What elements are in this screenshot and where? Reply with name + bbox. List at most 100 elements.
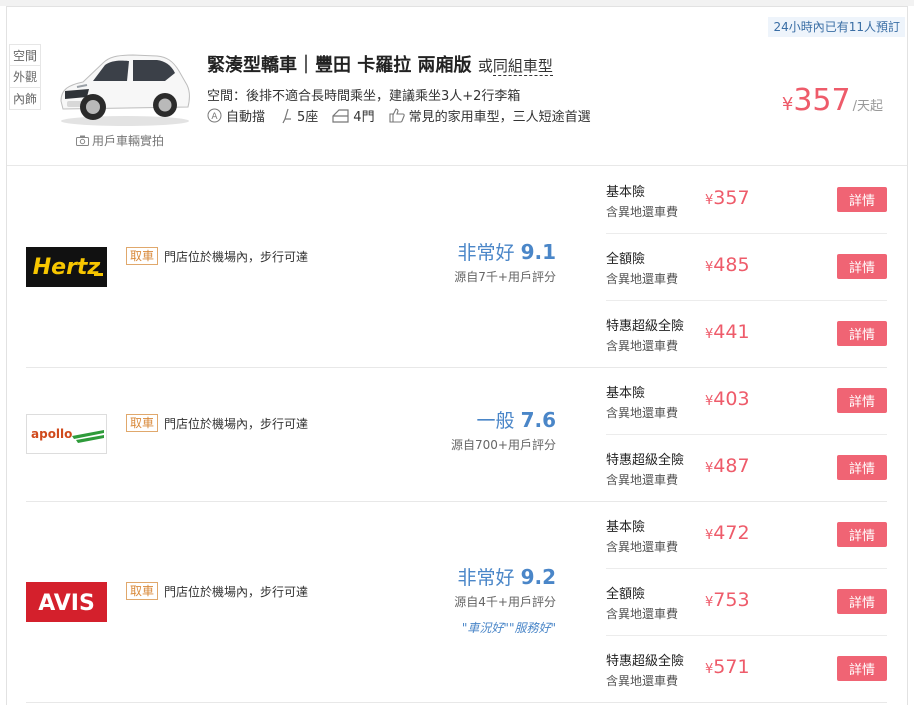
rating-score: 9.2: [520, 565, 556, 589]
plan-price: ¥487: [705, 455, 750, 477]
plan-price: ¥357: [705, 187, 750, 209]
plan-note: 含異地還車費: [606, 607, 679, 621]
details-button[interactable]: 詳情: [837, 388, 887, 413]
plan-price-value: 485: [713, 254, 750, 276]
vendor-apollo: apollo 取車 門店位於機場內，步行可達 一般 7.6 源自700+用戶評分…: [26, 368, 887, 502]
view-tab-exterior[interactable]: 外觀: [9, 66, 41, 88]
insurance-plans: 基本險 含異地還車費 ¥472 詳情 全額險 含異地還車費 ¥753 詳情 特惠…: [606, 502, 887, 703]
pickup-text: 門店位於機場內，步行可達: [164, 416, 309, 431]
seats-text: 5座: [297, 110, 319, 125]
plan-row: 特惠超級全險 含異地還車費 ¥487 詳情: [606, 435, 887, 502]
space-description: 空間：後排不適合長時間乘坐，建議乘坐3人+2行李箱: [207, 89, 521, 104]
plan-name: 特惠超級全險: [606, 319, 685, 334]
vendor-hertz: Hertz 取車 門店位於機場內，步行可達 非常好 9.1 源自7千+用戶評分 …: [26, 167, 887, 368]
spec-doors: 4門: [332, 106, 375, 125]
view-tab-space[interactable]: 空間: [9, 44, 41, 66]
plan-name: 特惠超級全險: [606, 453, 685, 468]
plan-note: 含異地還車費: [606, 540, 679, 554]
plan-name: 基本險: [606, 185, 646, 200]
details-button[interactable]: 詳情: [837, 187, 887, 212]
pickup-text: 門店位於機場內，步行可達: [164, 249, 309, 264]
hertz-logo: Hertz: [26, 247, 107, 287]
plan-price: ¥472: [705, 522, 750, 544]
plan-price: ¥403: [705, 388, 750, 410]
thumbs-up-icon: [389, 108, 405, 123]
spec-note-text: 常見的家用車型，三人短途首選: [408, 110, 591, 125]
details-button[interactable]: 詳情: [837, 254, 887, 279]
pickup-tag: 取車: [126, 247, 159, 265]
price-value: 357: [793, 83, 851, 118]
rating-main: 非常好 9.2: [454, 563, 557, 590]
vendor-rating: 一般 7.6 源自700+用戶評分: [451, 406, 556, 453]
plan-price: ¥485: [705, 254, 750, 276]
door-icon: [332, 108, 349, 123]
plan-row: 基本險 含異地還車費 ¥472 詳情: [606, 502, 887, 569]
plan-row: 特惠超級全險 含異地還車費 ¥441 詳情: [606, 301, 887, 368]
details-button[interactable]: 詳情: [837, 321, 887, 346]
svg-text:A: A: [211, 112, 218, 122]
photo-view-tabs: 空間 外觀 內飾: [9, 44, 41, 110]
plan-name: 基本險: [606, 386, 646, 401]
svg-text:Hertz: Hertz: [33, 255, 101, 280]
rating-score: 9.1: [520, 240, 556, 264]
plan-price-value: 487: [713, 455, 750, 477]
plan-note: 含異地還車費: [606, 674, 679, 688]
car-title: 緊湊型轎車｜豐田 卡羅拉 兩廂版 或同組車型: [207, 51, 553, 77]
similar-models-link[interactable]: 同組車型: [492, 57, 553, 76]
photo-caption-text: 用戶車輛實拍: [92, 134, 165, 148]
rating-main: 非常好 9.1: [454, 238, 557, 265]
rating-source: 源自7千+用戶評分: [454, 270, 556, 284]
view-tab-interior[interactable]: 內飾: [9, 88, 41, 110]
rating-tags: "車況好""服務好": [461, 621, 556, 635]
plan-name: 基本險: [606, 520, 646, 535]
details-button[interactable]: 詳情: [837, 656, 887, 681]
plan-price-value: 571: [713, 656, 750, 678]
rating-source: 源自700+用戶評分: [451, 438, 556, 452]
pickup-tag: 取車: [126, 582, 159, 600]
plan-note: 含異地還車費: [606, 272, 679, 286]
plan-name: 全額險: [606, 587, 646, 602]
plan-row: 全額險 含異地還車費 ¥753 詳情: [606, 569, 887, 636]
spec-transmission: A 自動擋: [207, 106, 265, 125]
spec-seats: 5座: [279, 106, 318, 125]
spec-row: A 自動擋 5座 4門 常見的家用車型，三人短途首選: [207, 106, 605, 125]
insurance-plans: 基本險 含異地還車費 ¥357 詳情 全額險 含異地還車費 ¥485 詳情 特惠…: [606, 167, 887, 368]
price-unit: /天起: [852, 99, 883, 114]
plan-row: 特惠超級全險 含異地還車費 ¥571 詳情: [606, 636, 887, 703]
rating-score: 7.6: [520, 408, 556, 432]
or-prefix: 或: [477, 57, 493, 75]
plan-price-value: 472: [713, 522, 750, 544]
spec-note: 常見的家用車型，三人短途首選: [389, 106, 591, 125]
plan-row: 基本險 含異地還車費 ¥403 詳情: [606, 368, 887, 435]
plan-row: 基本險 含異地還車費 ¥357 詳情: [606, 167, 887, 234]
pickup-tag: 取車: [126, 414, 159, 432]
details-button[interactable]: 詳情: [837, 589, 887, 614]
rating-label: 非常好: [457, 242, 515, 264]
car-photo[interactable]: [53, 41, 193, 127]
pickup-info: 取車 門店位於機場內，步行可達: [126, 582, 308, 600]
details-button[interactable]: 詳情: [837, 455, 887, 480]
automatic-transmission-icon: A: [207, 108, 222, 123]
plan-price: ¥441: [705, 321, 750, 343]
rating-main: 一般 7.6: [451, 406, 557, 433]
vendor-rating: 非常好 9.2 源自4千+用戶評分 "車況好""服務好": [454, 563, 556, 636]
pickup-info: 取車 門店位於機場內，步行可達: [126, 247, 308, 265]
insurance-plans: 基本險 含異地還車費 ¥403 詳情 特惠超級全險 含異地還車費 ¥487 詳情: [606, 368, 887, 502]
plan-name: 全額險: [606, 252, 646, 267]
doors-text: 4門: [353, 110, 375, 125]
details-button[interactable]: 詳情: [837, 522, 887, 547]
svg-text:apollo: apollo: [31, 427, 72, 441]
car-model-name: 緊湊型轎車｜豐田 卡羅拉 兩廂版: [207, 55, 472, 76]
plan-price-value: 403: [713, 388, 750, 410]
rating-label: 非常好: [457, 567, 515, 589]
pickup-info: 取車 門店位於機場內，步行可達: [126, 414, 308, 432]
plan-price-value: 357: [713, 187, 750, 209]
transmission-text: 自動擋: [226, 110, 266, 125]
plan-note: 含異地還車費: [606, 205, 679, 219]
car-header-card: 24小時內已有11人預訂 空間 外觀 內飾 用戶車輛實拍 緊湊型轎車｜豐田 卡羅…: [7, 7, 907, 166]
plan-note: 含異地還車費: [606, 473, 679, 487]
camera-icon: [76, 135, 89, 146]
plan-note: 含異地還車費: [606, 406, 679, 420]
seat-icon: [282, 108, 292, 123]
starting-price: ¥357/天起: [782, 83, 883, 118]
